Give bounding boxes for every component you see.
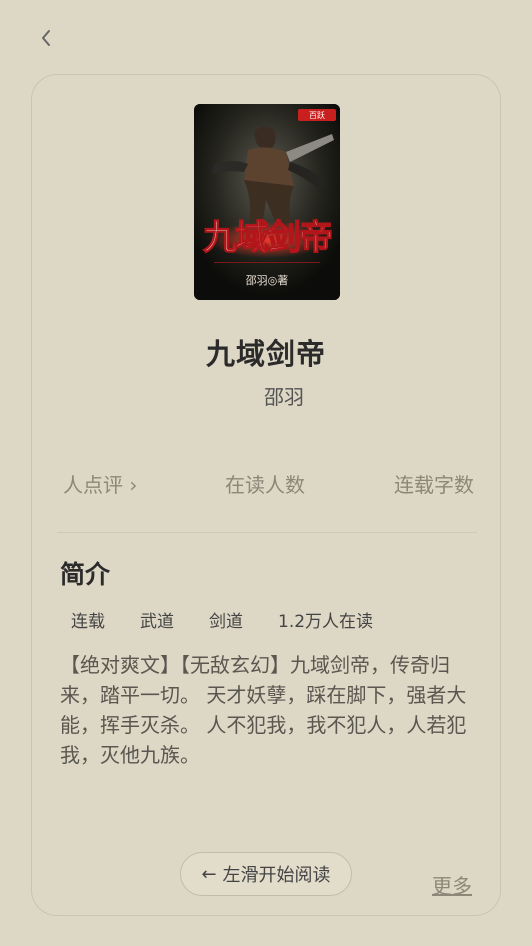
intro-heading: 简介 bbox=[60, 560, 111, 589]
divider bbox=[57, 532, 477, 533]
tag-list: 连载 武道 剑道 1.2万人在读 bbox=[71, 607, 373, 632]
reviews-link[interactable]: 人点评 › bbox=[63, 469, 137, 498]
book-cover[interactable]: 百跃 九域剑帝 邵羽◎著 bbox=[194, 104, 340, 300]
tag-item: 剑道 bbox=[209, 612, 243, 632]
book-stats: 人点评 › 在读人数 连载字数 bbox=[63, 469, 477, 499]
book-author[interactable]: 邵羽 bbox=[32, 381, 500, 410]
cover-title-text: 九域剑帝 bbox=[203, 218, 331, 258]
back-button[interactable] bbox=[34, 24, 58, 52]
start-reading-button[interactable]: ← 左滑开始阅读 bbox=[180, 852, 352, 896]
readers-count-label: 在读人数 bbox=[225, 473, 305, 497]
arrow-left-icon: ← bbox=[201, 863, 217, 885]
start-reading-label: 左滑开始阅读 bbox=[222, 865, 331, 886]
tag-item: 武道 bbox=[140, 612, 174, 632]
book-detail-card: 百跃 九域剑帝 邵羽◎著 九域剑帝 邵羽 人点评 › 在读人数 连载字数 简介 … bbox=[31, 74, 501, 916]
book-description: 【绝对爽文】【无敌玄幻】九域剑帝，传奇归来，踏平一切。 天才妖孽，踩在脚下，强者… bbox=[60, 653, 467, 767]
more-link[interactable]: 更多 bbox=[432, 870, 472, 899]
tag-item: 1.2万人在读 bbox=[278, 612, 374, 632]
cover-author-text: 邵羽◎著 bbox=[246, 273, 289, 287]
tag-item: 连载 bbox=[71, 612, 105, 632]
cover-badge-text: 百跃 bbox=[309, 111, 325, 120]
word-count-label: 连载字数 bbox=[394, 473, 474, 497]
chevron-left-icon bbox=[42, 30, 50, 46]
book-title: 九域剑帝 bbox=[205, 337, 326, 371]
